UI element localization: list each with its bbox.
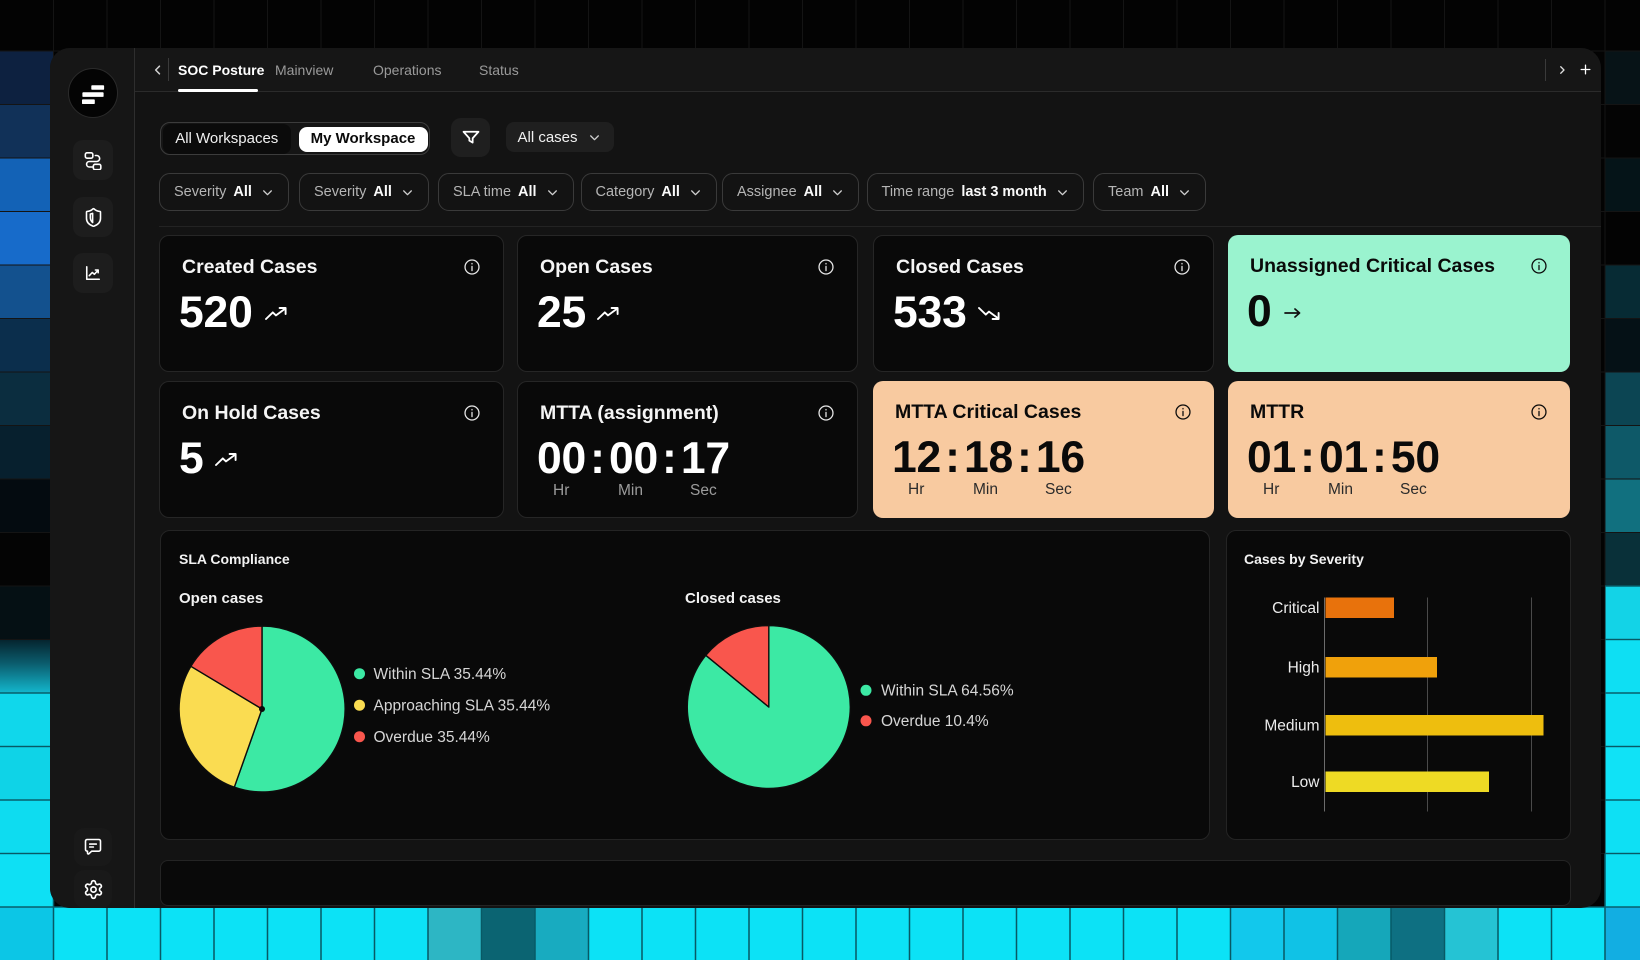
- svg-text:Within SLA 64.56%: Within SLA 64.56%: [881, 683, 1014, 700]
- svg-text:Overdue 35.44%: Overdue 35.44%: [374, 729, 491, 746]
- svg-text:Low: Low: [1291, 774, 1320, 791]
- svg-text:Critical: Critical: [1272, 600, 1319, 617]
- svg-text:Approaching SLA 35.44%: Approaching SLA 35.44%: [374, 698, 551, 715]
- svg-text:Medium: Medium: [1264, 718, 1319, 735]
- svg-text:Within SLA 35.44%: Within SLA 35.44%: [374, 666, 507, 683]
- svg-text:Overdue 10.4%: Overdue 10.4%: [881, 713, 989, 730]
- svg-text:High: High: [1288, 660, 1320, 677]
